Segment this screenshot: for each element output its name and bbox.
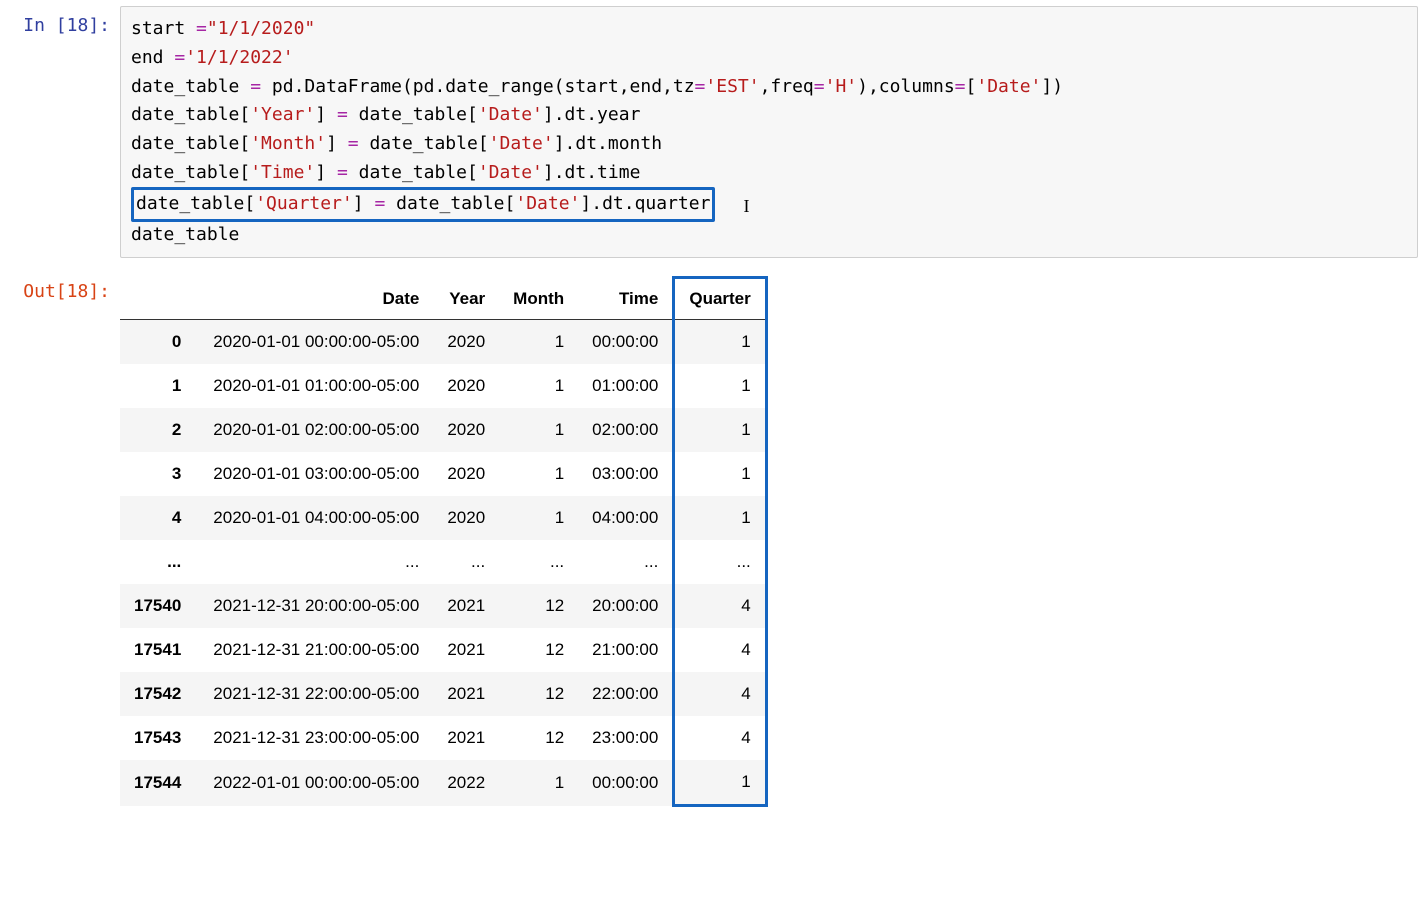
cell-quarter: 4 [674, 716, 766, 760]
code-highlight-box: date_table['Quarter'] = date_table['Date… [131, 187, 715, 222]
cell-quarter: 4 [674, 672, 766, 716]
cell-month: 12 [499, 672, 578, 716]
row-index: 0 [120, 320, 199, 365]
cell-month: 12 [499, 584, 578, 628]
table-row: 02020-01-01 00:00:00-05:002020100:00:001 [120, 320, 766, 365]
code-input-area[interactable]: start ="1/1/2020" end ='1/1/2022' date_t… [120, 6, 1418, 258]
cell-month: 12 [499, 628, 578, 672]
row-index: ... [120, 540, 199, 584]
cell-year: 2020 [433, 452, 499, 496]
table-row: 175432021-12-31 23:00:00-05:0020211223:0… [120, 716, 766, 760]
cell-date: 2021-12-31 20:00:00-05:00 [199, 584, 433, 628]
cell-quarter: 1 [674, 320, 766, 365]
cell-year: ... [433, 540, 499, 584]
table-row: 175442022-01-01 00:00:00-05:002022100:00… [120, 760, 766, 806]
row-index: 2 [120, 408, 199, 452]
row-index: 1 [120, 364, 199, 408]
row-index: 3 [120, 452, 199, 496]
cell-quarter: 1 [674, 496, 766, 540]
cell-quarter: 1 [674, 408, 766, 452]
row-index: 17540 [120, 584, 199, 628]
cell-date: ... [199, 540, 433, 584]
cell-time: ... [578, 540, 674, 584]
cell-time: 00:00:00 [578, 320, 674, 365]
table-row: 22020-01-01 02:00:00-05:002020102:00:001 [120, 408, 766, 452]
cell-date: 2020-01-01 02:00:00-05:00 [199, 408, 433, 452]
cell-time: 20:00:00 [578, 584, 674, 628]
column-header-year: Year [433, 278, 499, 320]
output-content: DateYearMonthTimeQuarter 02020-01-01 00:… [120, 272, 768, 807]
input-prompt: In [18]: [0, 6, 120, 37]
cell-month: 1 [499, 408, 578, 452]
cell-year: 2021 [433, 584, 499, 628]
cell-year: 2022 [433, 760, 499, 806]
cell-month: 1 [499, 760, 578, 806]
cell-quarter: 4 [674, 584, 766, 628]
column-header-month: Month [499, 278, 578, 320]
column-header-quarter: Quarter [674, 278, 766, 320]
dataframe-table: DateYearMonthTimeQuarter 02020-01-01 00:… [120, 276, 768, 807]
cell-time: 04:00:00 [578, 496, 674, 540]
cell-year: 2020 [433, 364, 499, 408]
column-header-time: Time [578, 278, 674, 320]
table-row: 175412021-12-31 21:00:00-05:0020211221:0… [120, 628, 766, 672]
table-row: 42020-01-01 04:00:00-05:002020104:00:001 [120, 496, 766, 540]
cell-year: 2021 [433, 716, 499, 760]
code-block[interactable]: start ="1/1/2020" end ='1/1/2022' date_t… [131, 15, 1407, 249]
table-row: 175422021-12-31 22:00:00-05:0020211222:0… [120, 672, 766, 716]
text-cursor-icon: I [743, 192, 744, 214]
cell-year: 2020 [433, 408, 499, 452]
cell-date: 2022-01-01 00:00:00-05:00 [199, 760, 433, 806]
cell-year: 2021 [433, 628, 499, 672]
cell-month: 1 [499, 320, 578, 365]
cell-date: 2020-01-01 01:00:00-05:00 [199, 364, 433, 408]
cell-time: 01:00:00 [578, 364, 674, 408]
cell-month: 1 [499, 452, 578, 496]
cell-quarter: 4 [674, 628, 766, 672]
cell-date: 2020-01-01 00:00:00-05:00 [199, 320, 433, 365]
cell-date: 2021-12-31 23:00:00-05:00 [199, 716, 433, 760]
cell-date: 2021-12-31 21:00:00-05:00 [199, 628, 433, 672]
cell-time: 21:00:00 [578, 628, 674, 672]
row-index: 17542 [120, 672, 199, 716]
cell-time: 23:00:00 [578, 716, 674, 760]
row-index: 4 [120, 496, 199, 540]
row-index: 17541 [120, 628, 199, 672]
index-header [120, 278, 199, 320]
table-row: .................. [120, 540, 766, 584]
cell-time: 00:00:00 [578, 760, 674, 806]
input-cell: In [18]: start ="1/1/2020" end ='1/1/202… [0, 6, 1424, 258]
output-cell: Out[18]: DateYearMonthTimeQuarter 02020-… [0, 272, 1424, 807]
output-prompt: Out[18]: [0, 272, 120, 303]
cell-year: 2020 [433, 320, 499, 365]
cell-time: 22:00:00 [578, 672, 674, 716]
cell-month: ... [499, 540, 578, 584]
cell-quarter: 1 [674, 364, 766, 408]
cell-date: 2021-12-31 22:00:00-05:00 [199, 672, 433, 716]
cell-time: 03:00:00 [578, 452, 674, 496]
table-row: 32020-01-01 03:00:00-05:002020103:00:001 [120, 452, 766, 496]
cell-quarter: 1 [674, 452, 766, 496]
dataframe-header-row: DateYearMonthTimeQuarter [120, 278, 766, 320]
table-row: 12020-01-01 01:00:00-05:002020101:00:001 [120, 364, 766, 408]
cell-month: 12 [499, 716, 578, 760]
cell-year: 2021 [433, 672, 499, 716]
cell-time: 02:00:00 [578, 408, 674, 452]
row-index: 17544 [120, 760, 199, 806]
column-header-date: Date [199, 278, 433, 320]
cell-year: 2020 [433, 496, 499, 540]
dataframe-body: 02020-01-01 00:00:00-05:002020100:00:001… [120, 320, 766, 806]
row-index: 17543 [120, 716, 199, 760]
cell-month: 1 [499, 364, 578, 408]
cell-month: 1 [499, 496, 578, 540]
cell-date: 2020-01-01 03:00:00-05:00 [199, 452, 433, 496]
cell-quarter: 1 [674, 760, 766, 806]
table-row: 175402021-12-31 20:00:00-05:0020211220:0… [120, 584, 766, 628]
cell-date: 2020-01-01 04:00:00-05:00 [199, 496, 433, 540]
cell-quarter: ... [674, 540, 766, 584]
